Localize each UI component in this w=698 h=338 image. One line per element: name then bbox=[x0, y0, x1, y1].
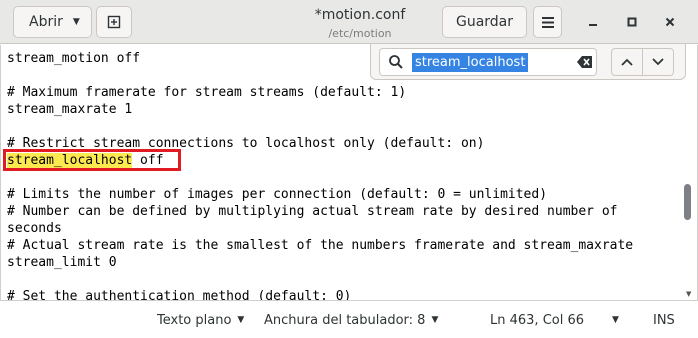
new-document-icon bbox=[107, 15, 121, 29]
chevron-down-icon bbox=[652, 58, 664, 66]
minimize-icon bbox=[589, 24, 597, 26]
editor-line: # Maximum framerate for stream streams (… bbox=[7, 85, 407, 100]
chevron-down-icon[interactable]: ▼ bbox=[612, 312, 619, 328]
tab-width-label: Anchura del tabulador: 8 bbox=[264, 312, 426, 328]
editor-line: seconds bbox=[7, 221, 62, 236]
scroll-down-arrow-icon[interactable]: ▼ bbox=[686, 290, 691, 298]
language-selector[interactable]: Texto plano ▼ bbox=[157, 312, 244, 328]
annotation-red-box bbox=[3, 149, 181, 171]
save-button[interactable]: Guardar bbox=[442, 6, 527, 38]
search-input[interactable]: stream_localhost bbox=[379, 48, 597, 76]
text-editor[interactable]: stream_motion off # Maximum framerate fo… bbox=[0, 45, 698, 300]
hamburger-menu-icon bbox=[541, 16, 554, 28]
editor-line: stream_motion off bbox=[7, 51, 141, 66]
vertical-scrollbar[interactable] bbox=[682, 45, 698, 300]
vertical-scrollbar-thumb[interactable] bbox=[684, 184, 691, 220]
status-bar: Texto plano ▼ Anchura del tabulador: 8 ▼… bbox=[0, 300, 698, 338]
tab-width-selector[interactable]: Anchura del tabulador: 8 ▼ bbox=[264, 312, 438, 328]
editor-line: # Number can be defined by multiplying a… bbox=[7, 204, 618, 219]
chevron-down-icon: ▼ bbox=[237, 315, 245, 325]
close-button[interactable] bbox=[660, 12, 680, 32]
minimize-button[interactable] bbox=[583, 12, 603, 32]
chevron-down-icon: ▼ bbox=[431, 315, 439, 325]
editor-line: stream_maxrate 1 bbox=[7, 102, 133, 117]
header-bar: Abrir ▼ *motion.conf /etc/motion Guardar bbox=[0, 0, 698, 44]
clear-search-icon[interactable] bbox=[577, 55, 593, 69]
insert-mode-indicator: INS bbox=[653, 312, 675, 328]
language-label: Texto plano bbox=[157, 312, 232, 328]
chevron-down-icon: ▼ bbox=[72, 17, 80, 27]
cursor-position[interactable]: Ln 463, Col 66 bbox=[490, 312, 584, 328]
editor-line: # Actual stream rate is the smallest of … bbox=[7, 238, 634, 253]
chevron-up-icon bbox=[621, 58, 633, 66]
cursor-position-label: Ln 463, Col 66 bbox=[490, 312, 585, 328]
open-button-label: Abrir bbox=[29, 14, 63, 30]
window-title-area: *motion.conf /etc/motion bbox=[280, 6, 440, 41]
editor-line: # Limits the number of images per connec… bbox=[7, 187, 548, 202]
search-next-button[interactable] bbox=[642, 48, 674, 76]
search-previous-button[interactable] bbox=[611, 48, 643, 76]
window-subtitle: /etc/motion bbox=[328, 27, 392, 40]
window-title: *motion.conf bbox=[314, 7, 406, 23]
editor-line: stream_limit 0 bbox=[7, 255, 117, 270]
menu-button[interactable] bbox=[533, 6, 562, 38]
maximize-button[interactable] bbox=[622, 12, 642, 32]
search-icon bbox=[389, 55, 403, 69]
close-icon bbox=[665, 17, 675, 27]
horizontal-scrollbar[interactable] bbox=[0, 292, 682, 300]
maximize-icon bbox=[627, 17, 637, 27]
open-button[interactable]: Abrir ▼ bbox=[13, 6, 92, 38]
search-bar: stream_localhost bbox=[370, 44, 686, 80]
new-tab-button[interactable] bbox=[96, 6, 132, 38]
search-query: stream_localhost bbox=[412, 53, 529, 72]
